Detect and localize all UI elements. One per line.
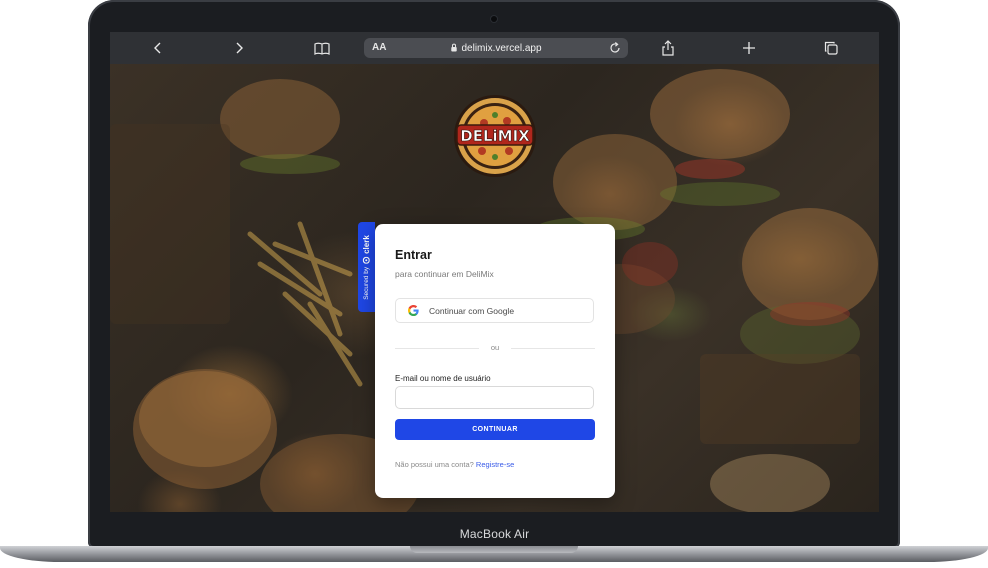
reload-icon[interactable]	[608, 41, 622, 55]
chevron-right-icon[interactable]	[229, 38, 249, 58]
continue-button[interactable]: CONTINUAR	[395, 419, 595, 440]
camera-icon	[491, 16, 497, 22]
laptop-base-notch	[410, 546, 578, 553]
identifier-label: E-mail ou nome de usuário	[395, 374, 491, 383]
lock-icon	[451, 43, 458, 52]
google-button-label: Continuar com Google	[429, 305, 515, 316]
logo-text: DELiMIX	[460, 127, 530, 145]
identifier-input[interactable]	[395, 386, 594, 409]
signup-prompt: Não possui uma conta? Registre-se	[395, 460, 514, 469]
screen-bezel-bottom	[110, 512, 879, 526]
book-icon[interactable]	[312, 38, 332, 58]
clerk-logo-icon	[363, 256, 371, 264]
divider-line	[511, 348, 595, 349]
address-bar[interactable]: AA delimix.vercel.app	[364, 38, 628, 58]
clerk-badge-prefix: Secured by	[363, 266, 371, 300]
google-signin-button[interactable]: Continuar com Google	[395, 298, 594, 323]
signin-card: Entrar para continuar em DeliMix Continu…	[375, 224, 615, 498]
device-model-label: MacBook Air	[459, 527, 530, 541]
signup-link[interactable]: Registre-se	[476, 460, 514, 469]
or-divider: ou	[395, 342, 595, 354]
screen: AA delimix.vercel.app DELiMIX Secured by…	[110, 32, 879, 512]
signup-prompt-text: Não possui uma conta?	[395, 460, 474, 469]
clerk-badge-brand: clerk	[362, 234, 372, 254]
signin-subtitle: para continuar em DeliMix	[395, 269, 494, 279]
clerk-security-badge[interactable]: Secured by clerk	[358, 222, 375, 312]
url-display: delimix.vercel.app	[364, 43, 628, 54]
share-icon[interactable]	[658, 38, 678, 58]
plus-icon[interactable]	[739, 38, 759, 58]
google-icon	[408, 305, 419, 316]
tabs-icon[interactable]	[821, 38, 841, 58]
url-text: delimix.vercel.app	[461, 43, 542, 54]
signin-title: Entrar	[395, 248, 432, 262]
browser-toolbar: AA delimix.vercel.app	[110, 32, 879, 64]
delimix-logo: DELiMIX	[454, 95, 536, 177]
chevron-left-icon[interactable]	[148, 38, 168, 58]
page-background: DELiMIX Secured by clerk Entrar para con…	[110, 64, 879, 512]
